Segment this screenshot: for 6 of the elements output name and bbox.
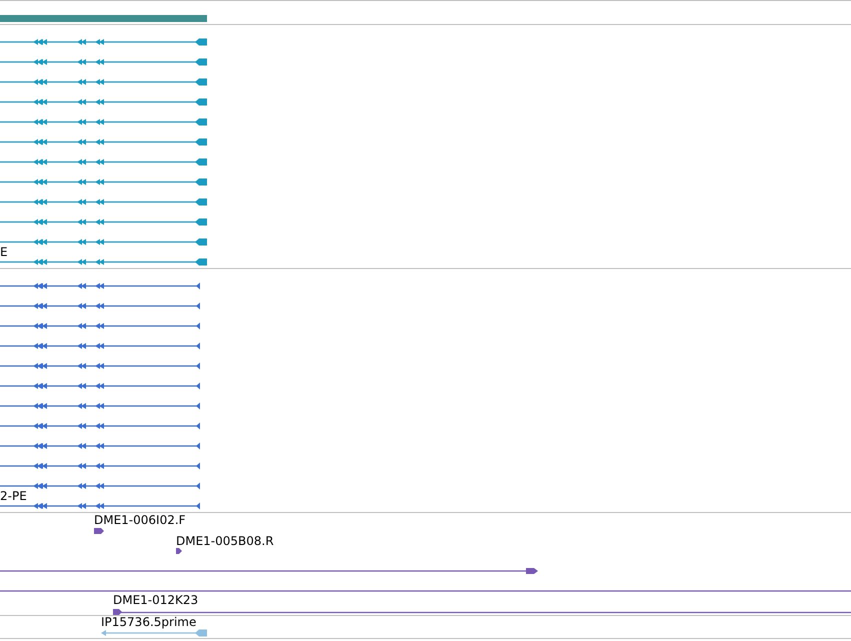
feature-label: DME1-006I02.F [94, 514, 186, 527]
transcript-label: 2-PE [0, 490, 27, 503]
feature-label: DME1-005B08.R [176, 535, 274, 548]
feature-label: IP15736.5prime [101, 616, 196, 629]
transcript-label: E [0, 246, 8, 259]
feature-label: DME1-012K23 [113, 594, 198, 607]
